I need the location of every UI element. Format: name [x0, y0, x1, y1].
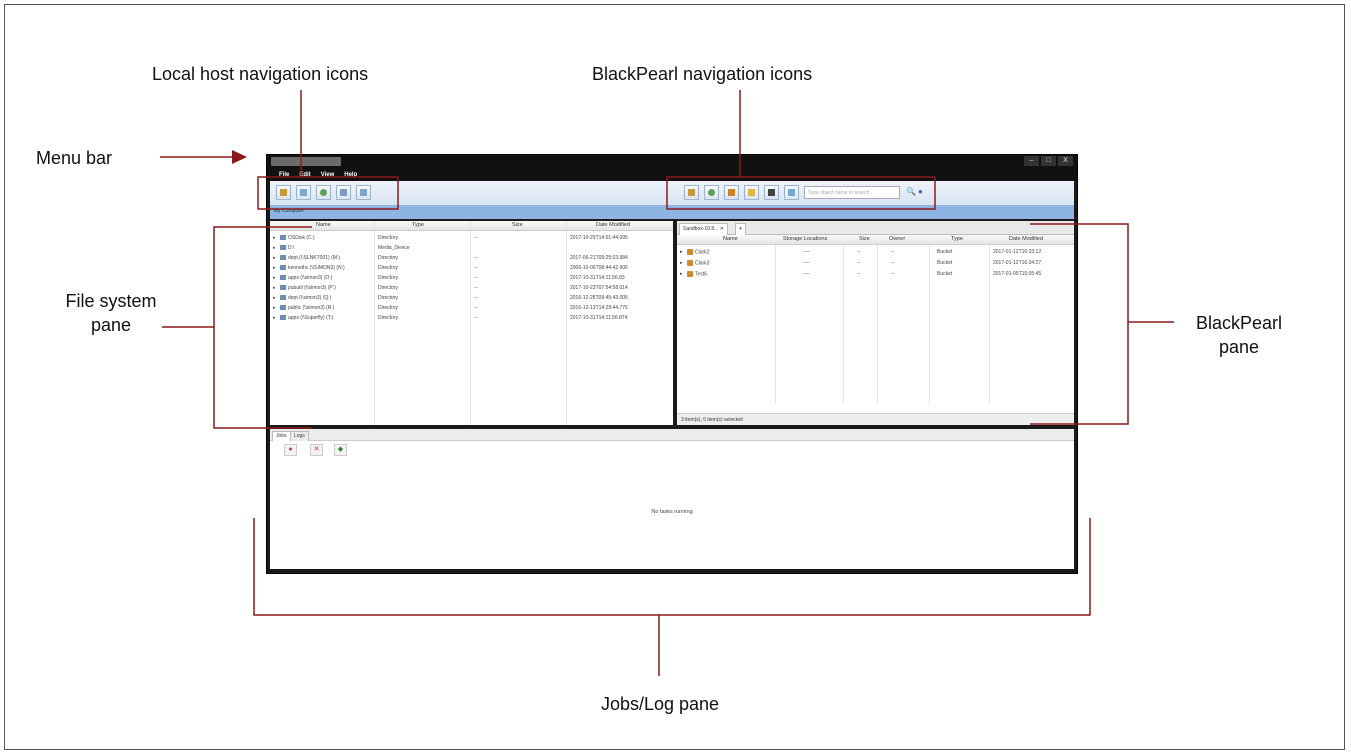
jobs-pane-bracket [253, 518, 1091, 616]
bp-pane-bracket [1030, 223, 1129, 425]
local-nav-box [257, 176, 399, 210]
menu-bar-arrowhead [232, 150, 247, 164]
annotation-overlay [160, 90, 1174, 676]
fs-pane-bracket [213, 226, 312, 429]
bp-nav-box [666, 176, 936, 210]
